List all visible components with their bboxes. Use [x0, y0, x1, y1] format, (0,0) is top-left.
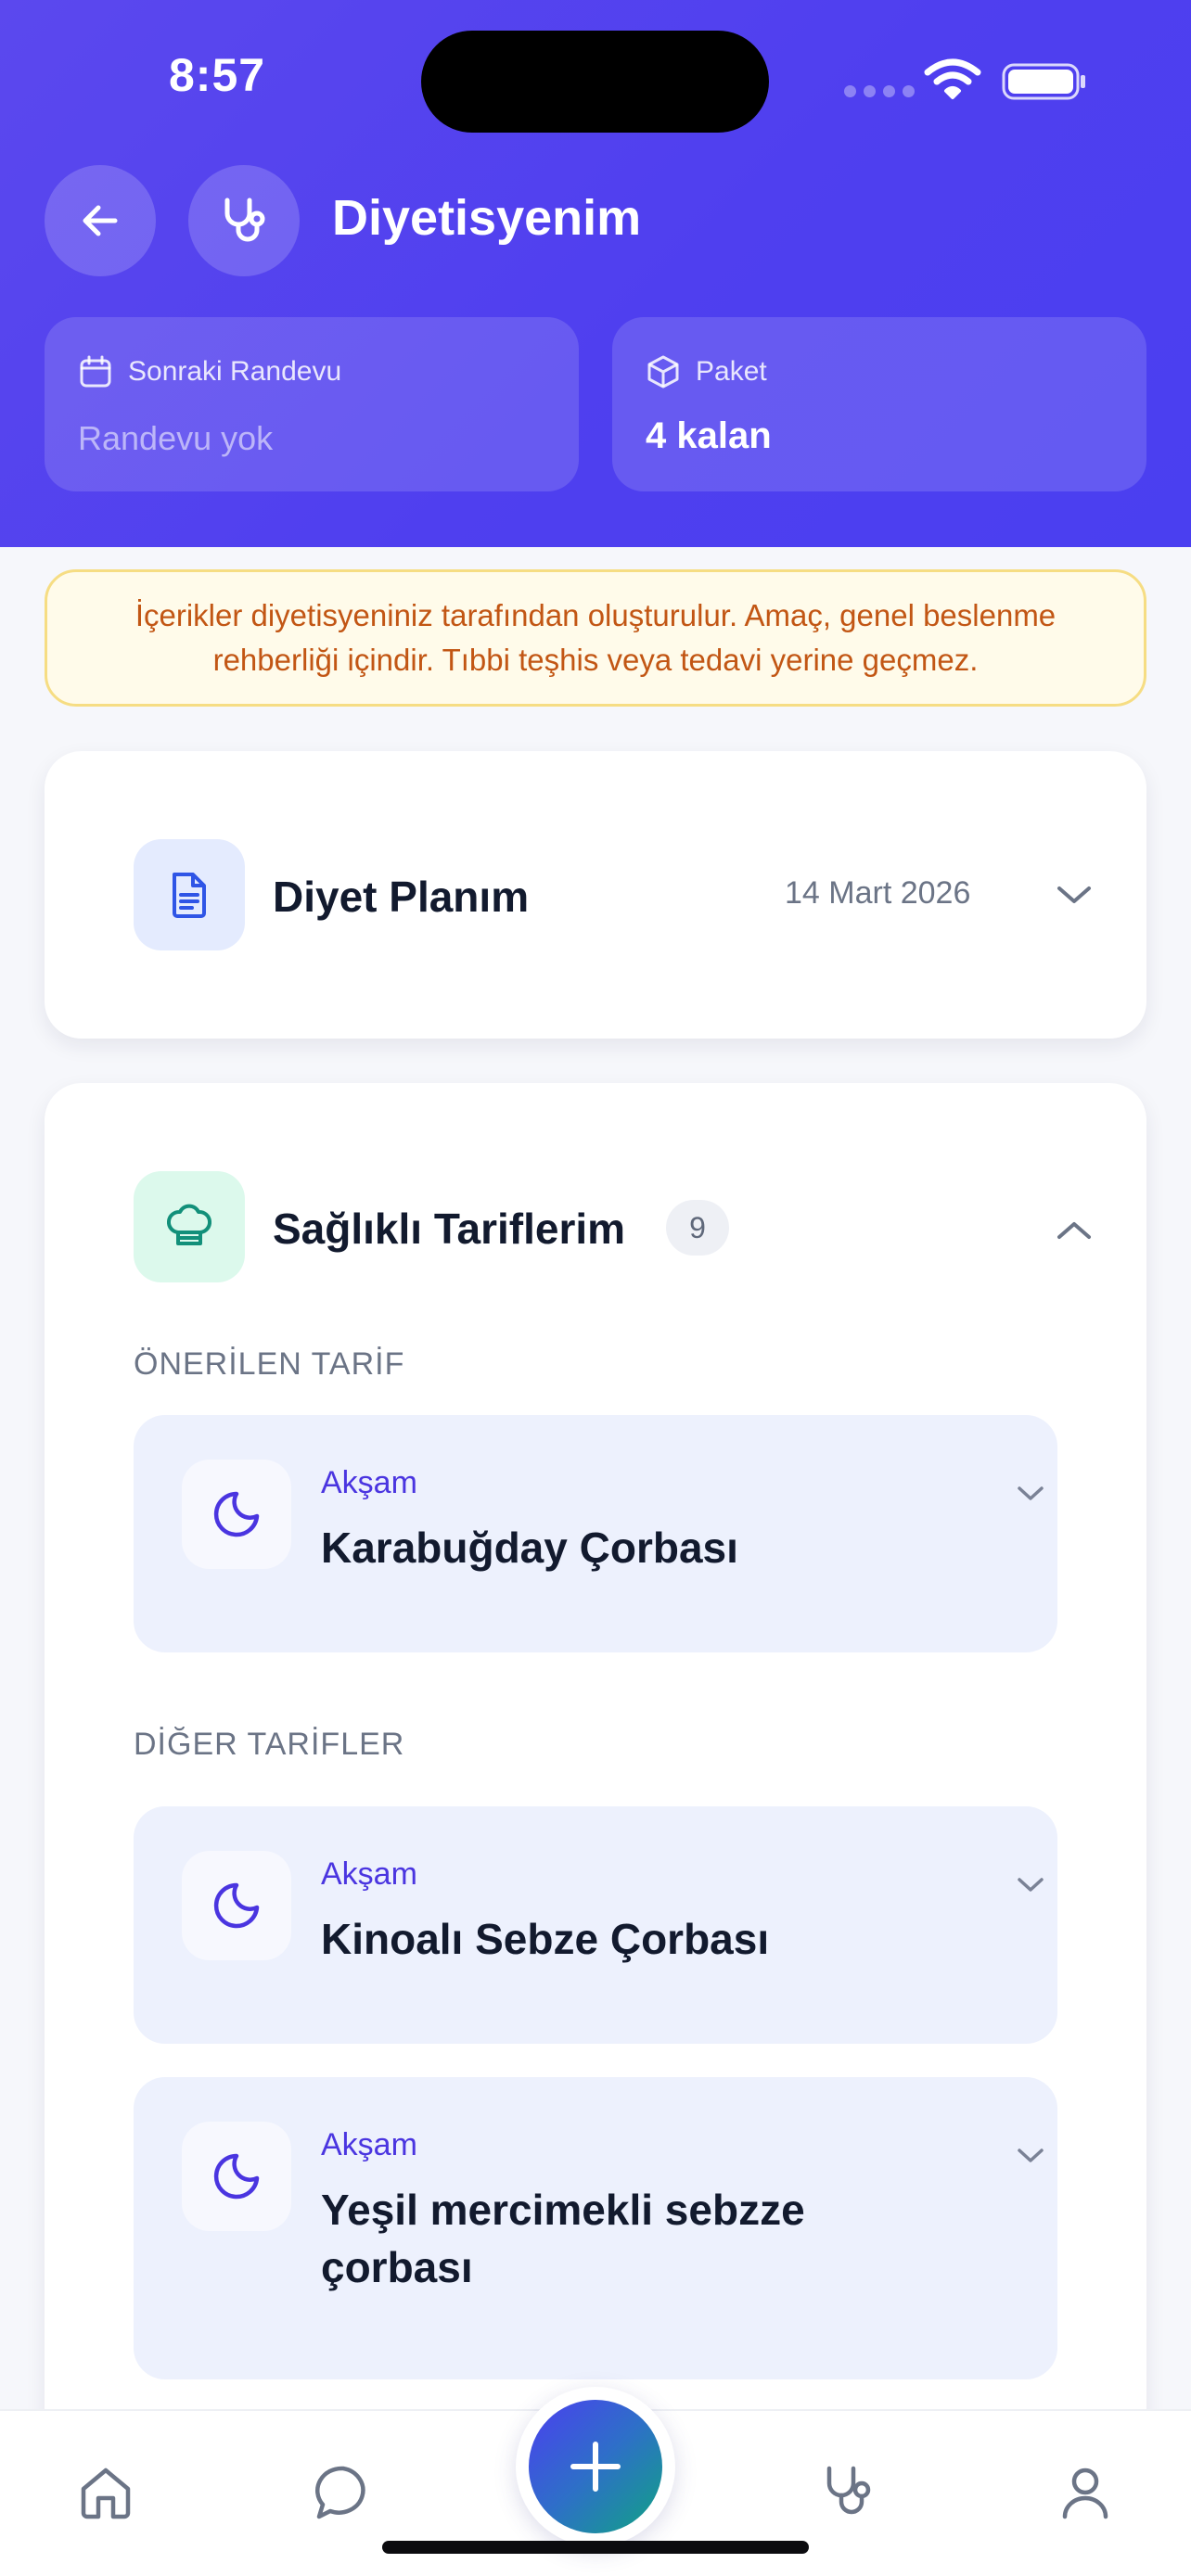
chef-hat-icon [166, 1204, 212, 1245]
recipe-name: Yeşil mercimekli sebzze çorbası [321, 2186, 805, 2291]
next-appointment-label: Sonraki Randevu [128, 356, 342, 387]
recipe-meal: Akşam [321, 1856, 417, 1892]
meal-icon-tile [182, 1460, 291, 1569]
diet-plan-card[interactable]: Diyet Planım 14 Mart 2026 [45, 751, 1146, 1039]
recipe-meal: Akşam [321, 2127, 417, 2162]
meal-icon-tile [182, 2122, 291, 2231]
package-value: 4 kalan [646, 415, 772, 456]
recipe-meal: Akşam [321, 1465, 417, 1500]
document-icon [173, 873, 206, 918]
moon-icon [213, 1882, 260, 1929]
status-time: 8:57 [169, 49, 266, 101]
moon-icon [213, 2153, 260, 2200]
add-button[interactable] [529, 2400, 662, 2533]
stethoscope-icon[interactable] [816, 2459, 883, 2526]
chevron-up-icon[interactable] [1054, 1217, 1095, 1244]
recipe-name: Karabuğday Çorbası [321, 1524, 738, 1572]
diet-plan-title: Diyet Planım [273, 873, 530, 921]
dynamic-island [421, 31, 769, 133]
stethoscope-icon [224, 198, 265, 242]
chevron-down-icon[interactable] [1054, 881, 1095, 909]
diet-plan-icon-tile [134, 839, 245, 950]
next-appointment-value: Randevu yok [78, 419, 274, 457]
back-button[interactable] [45, 165, 156, 276]
recipe-item[interactable]: Akşam Kinoalı Sebze Çorbası [134, 1806, 1057, 2044]
other-section-label: DİĞER TARİFLER [134, 1727, 405, 1762]
recipes-count-badge: 9 [666, 1200, 729, 1256]
recipes-card: Sağlıklı Tariflerim 9 ÖNERİLEN TARİF Akş… [45, 1083, 1146, 2576]
status-bar: 8:57 [0, 0, 1191, 158]
chevron-down-icon[interactable] [1015, 1873, 1046, 1895]
diet-plan-date: 14 Mart 2026 [785, 875, 971, 911]
dietitian-avatar [188, 165, 300, 276]
disclaimer-text: İçerikler diyetisyeniniz tarafından oluş… [134, 598, 1057, 677]
home-icon[interactable] [72, 2459, 139, 2526]
package-label: Paket [696, 356, 767, 387]
home-indicator [382, 2541, 809, 2554]
page-title: Diyetisyenim [332, 190, 642, 246]
user-icon[interactable] [1052, 2459, 1119, 2526]
next-appointment-card[interactable]: Sonraki Randevu Randevu yok [45, 317, 579, 491]
disclaimer-banner: İçerikler diyetisyeniniz tarafından oluş… [45, 569, 1146, 707]
recipe-item-recommended[interactable]: Akşam Karabuğday Çorbası [134, 1415, 1057, 1652]
recipes-title: Sağlıklı Tariflerim [273, 1205, 626, 1253]
header: 8:57 Diyetisyenim Sonraki Randevu Randev… [0, 0, 1191, 547]
recipe-name: Kinoalı Sebze Çorbası [321, 1915, 770, 1963]
calendar-icon [80, 355, 111, 388]
recommended-section-label: ÖNERİLEN TARİF [134, 1346, 405, 1382]
package-card[interactable]: Paket 4 kalan [612, 317, 1146, 491]
recipe-item[interactable]: Akşam Yeşil mercimekli sebzze çorbası [134, 2077, 1057, 2379]
wifi-icon [924, 58, 981, 99]
signal-icon [844, 85, 915, 97]
arrow-left-icon [83, 205, 118, 236]
meal-icon-tile [182, 1851, 291, 1960]
recipes-icon-tile [134, 1171, 245, 1282]
screen: 8:57 Diyetisyenim Sonraki Randevu Randev… [0, 0, 1191, 2576]
add-icon [570, 2442, 621, 2492]
package-icon [647, 355, 679, 389]
battery-icon [1002, 63, 1085, 100]
chevron-down-icon[interactable] [1015, 2144, 1046, 2166]
chat-icon[interactable] [310, 2459, 377, 2526]
moon-icon [213, 1491, 260, 1537]
chevron-down-icon[interactable] [1015, 1482, 1046, 1504]
